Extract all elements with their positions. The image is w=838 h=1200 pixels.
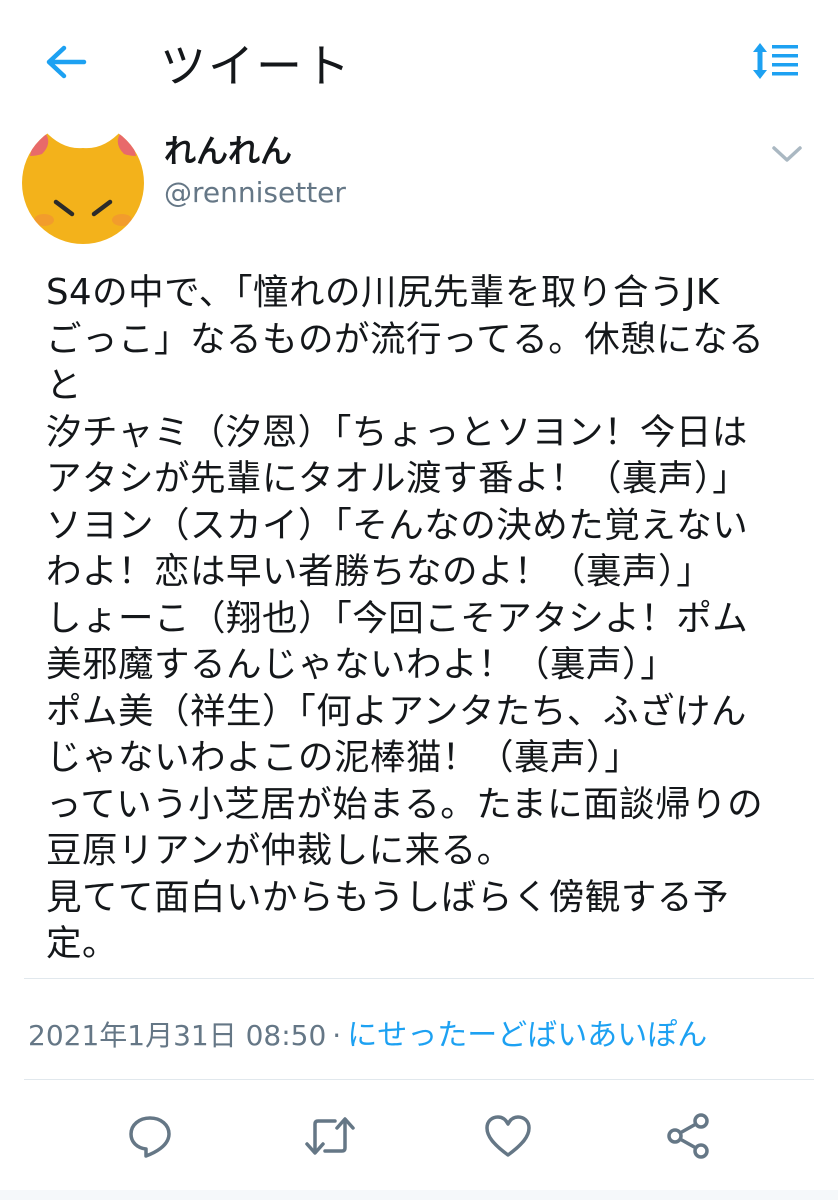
- tweet-text-line: S4の中で、「憧れの川尻先輩を取り合うJK: [46, 272, 720, 313]
- tweet-text-line: アタシが先輩にタオル渡す番よ！（裏声）」: [46, 458, 749, 499]
- sort-button[interactable]: [746, 36, 806, 86]
- tweet-text-line: ソヨン（スカイ）「そんなの決めた覚えない: [46, 504, 749, 546]
- tweet-text-line: と: [46, 365, 83, 406]
- tweet-text-line: わよ！恋は早い者勝ちなのよ！（裏声）」: [46, 551, 713, 592]
- tweet-text-line: ごっこ」なるものが流行ってる。休憩になる: [46, 318, 765, 360]
- author-handle[interactable]: @rennisetter: [164, 176, 346, 209]
- tweet-menu-button[interactable]: [764, 134, 810, 174]
- share-icon: [667, 1113, 709, 1159]
- divider: [24, 978, 814, 979]
- like-button[interactable]: [480, 1108, 536, 1164]
- back-button[interactable]: [40, 38, 92, 86]
- tweet-text-line: しょーこ（翔也）「今回こそアタシよ！ポム: [46, 597, 749, 639]
- sort-icon: [753, 43, 798, 79]
- tweet-text-line: っていう小芝居が始まる。たまに面談帰りの: [46, 783, 764, 825]
- avatar[interactable]: [22, 122, 144, 244]
- tweet-actions: [0, 1100, 838, 1170]
- chevron-down-icon: [772, 146, 802, 162]
- bottom-bar: [0, 1190, 838, 1200]
- tweet-text-line: 見てて面白いからもうしばらく傍観する予: [46, 876, 729, 918]
- tweet-meta: 2021年1月31日 08:50 · にせったーどばいあいぽん: [28, 1010, 707, 1054]
- tweet-timestamp: 2021年1月31日 08:50: [28, 1019, 327, 1052]
- meta-separator: ·: [332, 1019, 342, 1052]
- page-title: ツイート: [160, 39, 352, 93]
- reply-icon: [129, 1116, 171, 1158]
- tweet-source-link[interactable]: にせったーどばいあいぽん: [347, 1018, 707, 1053]
- tweet-text-line: 美邪魔するんじゃないわよ！（裏声）」: [46, 644, 677, 685]
- tweet-text-line: じゃないわよこの泥棒猫！（裏声）」: [46, 737, 641, 778]
- retweet-button[interactable]: [302, 1108, 358, 1164]
- retweet-icon: [305, 1117, 355, 1155]
- tweet-text-line: 豆原リアンが仲裁しに来る。: [46, 830, 513, 871]
- orange-cat-avatar-icon: [22, 122, 144, 244]
- share-button[interactable]: [660, 1108, 716, 1164]
- divider: [24, 1079, 814, 1080]
- tweet-text: S4の中で、「憧れの川尻先輩を取り合うJK ごっこ」なるものが流行ってる。休憩に…: [46, 270, 816, 968]
- tweet-text-line: 汐チャミ（汐恩）「ちょっとソヨン！今日は: [46, 411, 748, 453]
- app-header: ツイート: [0, 0, 838, 120]
- reply-button[interactable]: [122, 1108, 178, 1164]
- back-arrow-icon: [46, 45, 87, 79]
- like-icon: [485, 1115, 531, 1157]
- tweet-text-line: ポム美（祥生）「何よアンタたち、ふざけん: [46, 690, 747, 732]
- author-display-name[interactable]: れんれん: [164, 126, 292, 172]
- tweet-text-line: 定。: [46, 923, 119, 964]
